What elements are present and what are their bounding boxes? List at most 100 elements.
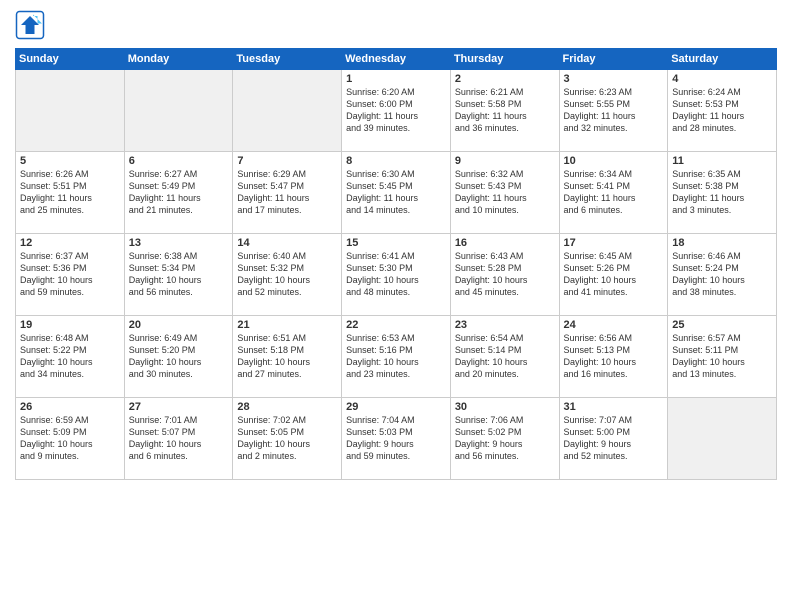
day-info: Sunrise: 6:45 AM Sunset: 5:26 PM Dayligh…	[564, 250, 664, 299]
day-info: Sunrise: 6:20 AM Sunset: 6:00 PM Dayligh…	[346, 86, 446, 135]
day-info: Sunrise: 6:59 AM Sunset: 5:09 PM Dayligh…	[20, 414, 120, 463]
logo	[15, 10, 49, 40]
day-number: 14	[237, 237, 337, 249]
day-info: Sunrise: 7:04 AM Sunset: 5:03 PM Dayligh…	[346, 414, 446, 463]
day-info: Sunrise: 6:32 AM Sunset: 5:43 PM Dayligh…	[455, 168, 555, 217]
day-number: 26	[20, 401, 120, 413]
day-cell: 17Sunrise: 6:45 AM Sunset: 5:26 PM Dayli…	[559, 234, 668, 316]
week-row-4: 19Sunrise: 6:48 AM Sunset: 5:22 PM Dayli…	[16, 316, 777, 398]
header	[15, 10, 777, 40]
day-cell: 7Sunrise: 6:29 AM Sunset: 5:47 PM Daylig…	[233, 152, 342, 234]
day-number: 23	[455, 319, 555, 331]
day-number: 27	[129, 401, 229, 413]
day-info: Sunrise: 6:27 AM Sunset: 5:49 PM Dayligh…	[129, 168, 229, 217]
day-cell: 24Sunrise: 6:56 AM Sunset: 5:13 PM Dayli…	[559, 316, 668, 398]
day-number: 28	[237, 401, 337, 413]
day-info: Sunrise: 6:24 AM Sunset: 5:53 PM Dayligh…	[672, 86, 772, 135]
day-number: 10	[564, 155, 664, 167]
weekday-header-row: SundayMondayTuesdayWednesdayThursdayFrid…	[16, 49, 777, 70]
day-info: Sunrise: 6:21 AM Sunset: 5:58 PM Dayligh…	[455, 86, 555, 135]
week-row-3: 12Sunrise: 6:37 AM Sunset: 5:36 PM Dayli…	[16, 234, 777, 316]
day-info: Sunrise: 6:48 AM Sunset: 5:22 PM Dayligh…	[20, 332, 120, 381]
day-cell: 16Sunrise: 6:43 AM Sunset: 5:28 PM Dayli…	[450, 234, 559, 316]
day-info: Sunrise: 6:34 AM Sunset: 5:41 PM Dayligh…	[564, 168, 664, 217]
day-number: 9	[455, 155, 555, 167]
day-info: Sunrise: 6:43 AM Sunset: 5:28 PM Dayligh…	[455, 250, 555, 299]
day-cell: 15Sunrise: 6:41 AM Sunset: 5:30 PM Dayli…	[342, 234, 451, 316]
day-info: Sunrise: 6:37 AM Sunset: 5:36 PM Dayligh…	[20, 250, 120, 299]
week-row-2: 5Sunrise: 6:26 AM Sunset: 5:51 PM Daylig…	[16, 152, 777, 234]
day-cell: 26Sunrise: 6:59 AM Sunset: 5:09 PM Dayli…	[16, 398, 125, 480]
day-info: Sunrise: 6:38 AM Sunset: 5:34 PM Dayligh…	[129, 250, 229, 299]
day-number: 8	[346, 155, 446, 167]
day-number: 12	[20, 237, 120, 249]
day-cell: 1Sunrise: 6:20 AM Sunset: 6:00 PM Daylig…	[342, 70, 451, 152]
weekday-header-friday: Friday	[559, 49, 668, 70]
logo-icon	[15, 10, 45, 40]
week-row-1: 1Sunrise: 6:20 AM Sunset: 6:00 PM Daylig…	[16, 70, 777, 152]
day-number: 1	[346, 73, 446, 85]
weekday-header-tuesday: Tuesday	[233, 49, 342, 70]
day-number: 29	[346, 401, 446, 413]
day-cell: 29Sunrise: 7:04 AM Sunset: 5:03 PM Dayli…	[342, 398, 451, 480]
day-info: Sunrise: 6:53 AM Sunset: 5:16 PM Dayligh…	[346, 332, 446, 381]
day-number: 20	[129, 319, 229, 331]
day-info: Sunrise: 6:54 AM Sunset: 5:14 PM Dayligh…	[455, 332, 555, 381]
day-cell	[668, 398, 777, 480]
day-info: Sunrise: 6:23 AM Sunset: 5:55 PM Dayligh…	[564, 86, 664, 135]
day-number: 16	[455, 237, 555, 249]
day-cell	[233, 70, 342, 152]
day-info: Sunrise: 6:30 AM Sunset: 5:45 PM Dayligh…	[346, 168, 446, 217]
day-info: Sunrise: 6:26 AM Sunset: 5:51 PM Dayligh…	[20, 168, 120, 217]
day-number: 25	[672, 319, 772, 331]
day-number: 24	[564, 319, 664, 331]
day-number: 19	[20, 319, 120, 331]
day-number: 5	[20, 155, 120, 167]
day-cell: 13Sunrise: 6:38 AM Sunset: 5:34 PM Dayli…	[124, 234, 233, 316]
day-info: Sunrise: 7:06 AM Sunset: 5:02 PM Dayligh…	[455, 414, 555, 463]
day-cell: 30Sunrise: 7:06 AM Sunset: 5:02 PM Dayli…	[450, 398, 559, 480]
day-info: Sunrise: 6:49 AM Sunset: 5:20 PM Dayligh…	[129, 332, 229, 381]
weekday-header-wednesday: Wednesday	[342, 49, 451, 70]
day-number: 22	[346, 319, 446, 331]
day-info: Sunrise: 6:41 AM Sunset: 5:30 PM Dayligh…	[346, 250, 446, 299]
day-cell: 5Sunrise: 6:26 AM Sunset: 5:51 PM Daylig…	[16, 152, 125, 234]
day-cell: 11Sunrise: 6:35 AM Sunset: 5:38 PM Dayli…	[668, 152, 777, 234]
day-number: 3	[564, 73, 664, 85]
day-info: Sunrise: 6:56 AM Sunset: 5:13 PM Dayligh…	[564, 332, 664, 381]
day-cell: 21Sunrise: 6:51 AM Sunset: 5:18 PM Dayli…	[233, 316, 342, 398]
weekday-header-sunday: Sunday	[16, 49, 125, 70]
day-number: 11	[672, 155, 772, 167]
day-number: 4	[672, 73, 772, 85]
day-number: 17	[564, 237, 664, 249]
day-cell: 4Sunrise: 6:24 AM Sunset: 5:53 PM Daylig…	[668, 70, 777, 152]
page: SundayMondayTuesdayWednesdayThursdayFrid…	[0, 0, 792, 612]
day-cell: 9Sunrise: 6:32 AM Sunset: 5:43 PM Daylig…	[450, 152, 559, 234]
day-info: Sunrise: 7:07 AM Sunset: 5:00 PM Dayligh…	[564, 414, 664, 463]
day-cell: 20Sunrise: 6:49 AM Sunset: 5:20 PM Dayli…	[124, 316, 233, 398]
day-cell: 10Sunrise: 6:34 AM Sunset: 5:41 PM Dayli…	[559, 152, 668, 234]
weekday-header-thursday: Thursday	[450, 49, 559, 70]
day-number: 13	[129, 237, 229, 249]
day-cell: 2Sunrise: 6:21 AM Sunset: 5:58 PM Daylig…	[450, 70, 559, 152]
day-cell: 31Sunrise: 7:07 AM Sunset: 5:00 PM Dayli…	[559, 398, 668, 480]
day-info: Sunrise: 7:02 AM Sunset: 5:05 PM Dayligh…	[237, 414, 337, 463]
day-cell: 14Sunrise: 6:40 AM Sunset: 5:32 PM Dayli…	[233, 234, 342, 316]
day-info: Sunrise: 6:57 AM Sunset: 5:11 PM Dayligh…	[672, 332, 772, 381]
day-number: 21	[237, 319, 337, 331]
day-number: 7	[237, 155, 337, 167]
day-cell	[124, 70, 233, 152]
day-number: 31	[564, 401, 664, 413]
day-cell: 8Sunrise: 6:30 AM Sunset: 5:45 PM Daylig…	[342, 152, 451, 234]
day-cell: 19Sunrise: 6:48 AM Sunset: 5:22 PM Dayli…	[16, 316, 125, 398]
day-cell: 6Sunrise: 6:27 AM Sunset: 5:49 PM Daylig…	[124, 152, 233, 234]
day-cell	[16, 70, 125, 152]
calendar: SundayMondayTuesdayWednesdayThursdayFrid…	[15, 48, 777, 480]
day-number: 18	[672, 237, 772, 249]
day-number: 6	[129, 155, 229, 167]
day-cell: 18Sunrise: 6:46 AM Sunset: 5:24 PM Dayli…	[668, 234, 777, 316]
day-cell: 23Sunrise: 6:54 AM Sunset: 5:14 PM Dayli…	[450, 316, 559, 398]
day-info: Sunrise: 6:46 AM Sunset: 5:24 PM Dayligh…	[672, 250, 772, 299]
day-number: 2	[455, 73, 555, 85]
weekday-header-saturday: Saturday	[668, 49, 777, 70]
